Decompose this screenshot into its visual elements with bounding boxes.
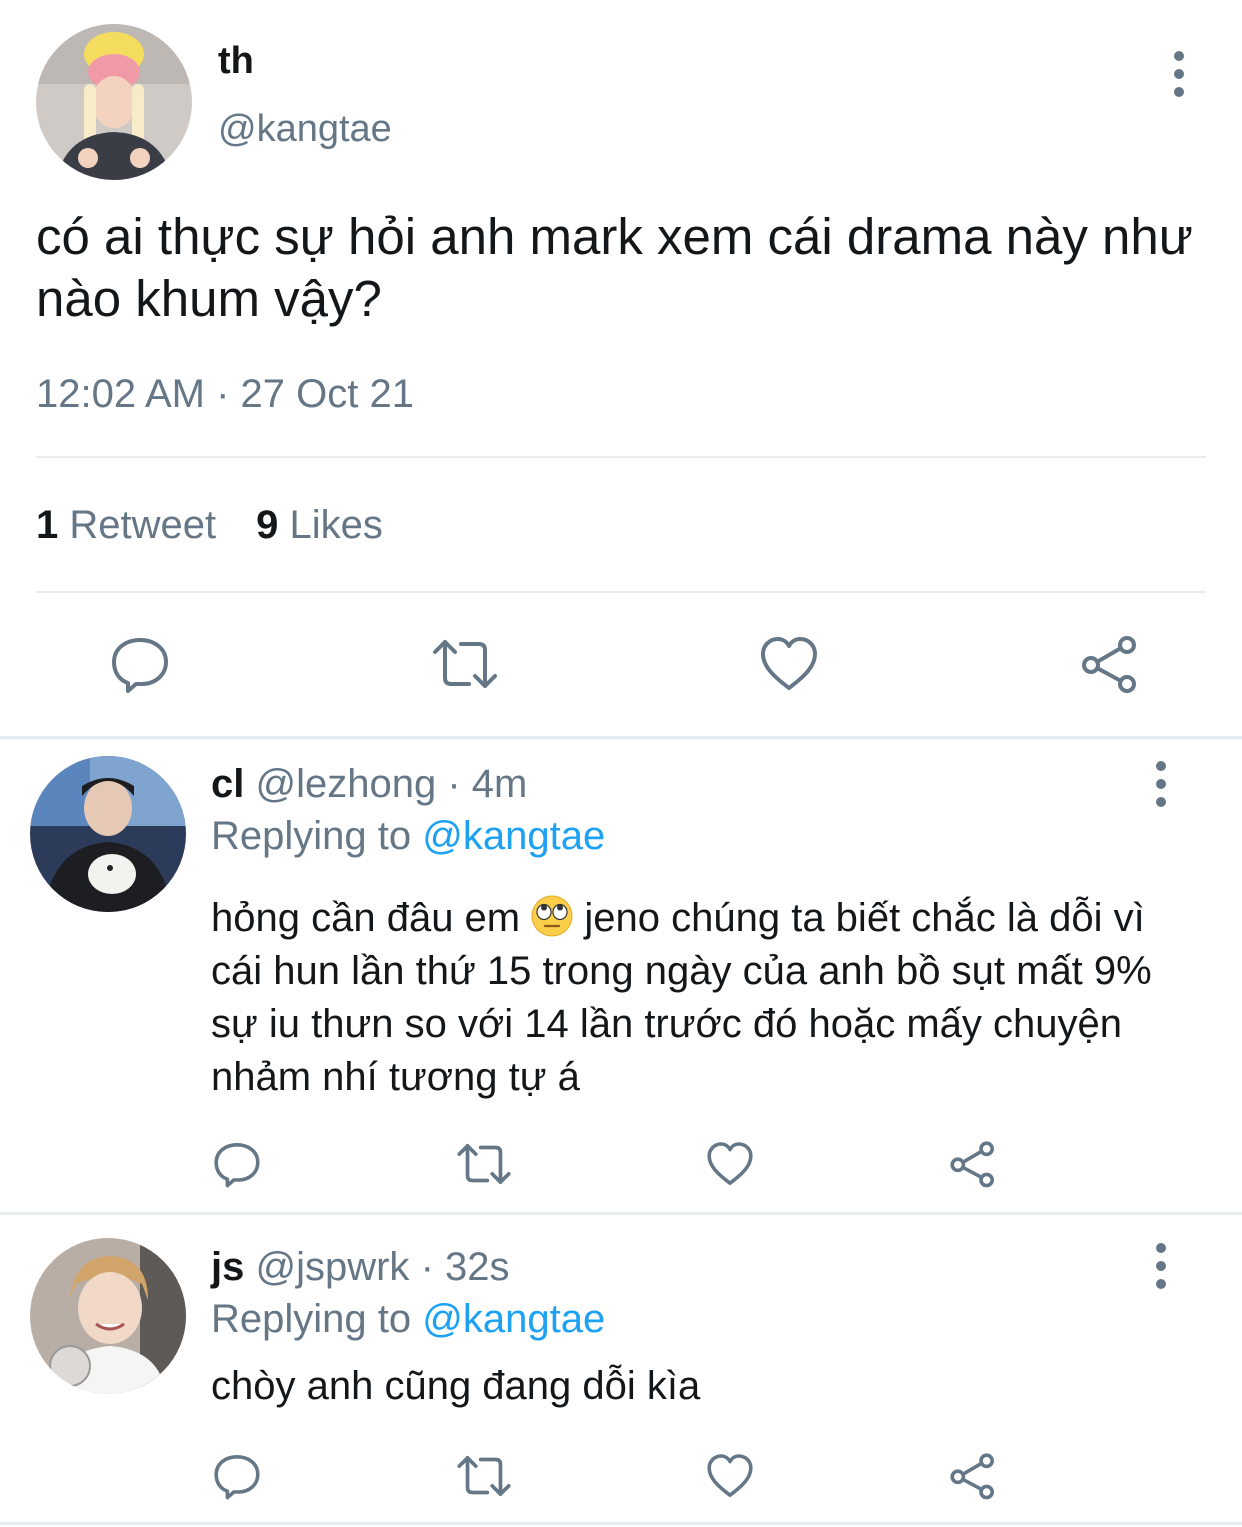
avatar[interactable] — [30, 756, 186, 912]
reply-text: hỏng cần đâu em jeno chúng ta biết chắc … — [211, 892, 1201, 1104]
like-label: Likes — [289, 503, 383, 547]
tweet-timestamp: 12:02 AM · 27 Oct 21 — [36, 372, 414, 416]
reply-time: 4m — [471, 762, 528, 806]
tweet-text: có ai thực sự hỏi anh mark xem cái drama… — [36, 208, 1193, 327]
reply-time: 32s — [445, 1245, 510, 1289]
divider — [36, 456, 1206, 458]
retweet-stat[interactable]: 1 Retweet — [36, 503, 216, 548]
replying-prefix: Replying to — [211, 1297, 412, 1341]
retweet-icon[interactable] — [456, 1454, 512, 1498]
retweet-icon[interactable] — [456, 1142, 512, 1186]
reply-icon[interactable] — [213, 1140, 261, 1188]
avatar[interactable] — [30, 1238, 186, 1394]
retweet-count: 1 — [36, 503, 59, 547]
like-stat[interactable]: 9 Likes — [256, 503, 383, 548]
user-handle[interactable]: @kangtae — [218, 108, 392, 151]
more-options-icon[interactable] — [1141, 1238, 1181, 1294]
more-options-icon[interactable] — [1141, 756, 1181, 812]
user-handle[interactable]: @jspwrk — [255, 1245, 409, 1289]
display-name[interactable]: th — [218, 40, 254, 83]
divider — [0, 1212, 1242, 1215]
more-options-icon[interactable] — [1159, 46, 1199, 102]
like-icon[interactable] — [706, 1141, 754, 1187]
mention-link[interactable]: @kangtae — [422, 1297, 605, 1341]
share-icon[interactable] — [1080, 634, 1140, 694]
like-icon[interactable] — [706, 1453, 754, 1499]
eye-roll-emoji — [531, 895, 573, 937]
display-name[interactable]: js — [211, 1245, 244, 1289]
reply-text: chòy anh cũng đang dỗi kìa — [211, 1364, 701, 1408]
divider — [36, 591, 1206, 593]
tweet-stats: 1 Retweet 9 Likes — [36, 503, 383, 548]
share-icon[interactable] — [949, 1452, 997, 1500]
separator-dot: · — [447, 762, 461, 806]
separator-dot: · — [420, 1245, 434, 1289]
divider — [0, 1522, 1242, 1525]
avatar[interactable] — [36, 24, 192, 180]
tweet-action-bar — [110, 632, 1140, 696]
replying-to: Replying to @kangtae — [211, 1297, 605, 1342]
retweet-icon[interactable] — [431, 638, 499, 690]
replying-prefix: Replying to — [211, 814, 412, 858]
reply-header: cl @lezhong · 4m — [211, 762, 527, 807]
reply-action-bar — [213, 1448, 997, 1504]
reply-action-bar — [213, 1136, 997, 1192]
like-count: 9 — [256, 503, 279, 547]
display-name[interactable]: cl — [211, 762, 244, 806]
reply-text-part: hỏng cần đâu em — [211, 896, 521, 940]
mention-link[interactable]: @kangtae — [422, 814, 605, 858]
user-handle[interactable]: @lezhong — [255, 762, 436, 806]
like-icon[interactable] — [759, 636, 819, 692]
retweet-label: Retweet — [69, 503, 217, 547]
divider — [0, 736, 1242, 739]
reply-header: js @jspwrk · 32s — [211, 1245, 510, 1290]
reply-icon[interactable] — [213, 1452, 261, 1500]
replying-to: Replying to @kangtae — [211, 814, 605, 859]
share-icon[interactable] — [949, 1140, 997, 1188]
reply-icon[interactable] — [110, 634, 170, 694]
tweet-thread-screen: th @kangtae có ai thực sự hỏi anh mark x… — [0, 0, 1242, 1527]
